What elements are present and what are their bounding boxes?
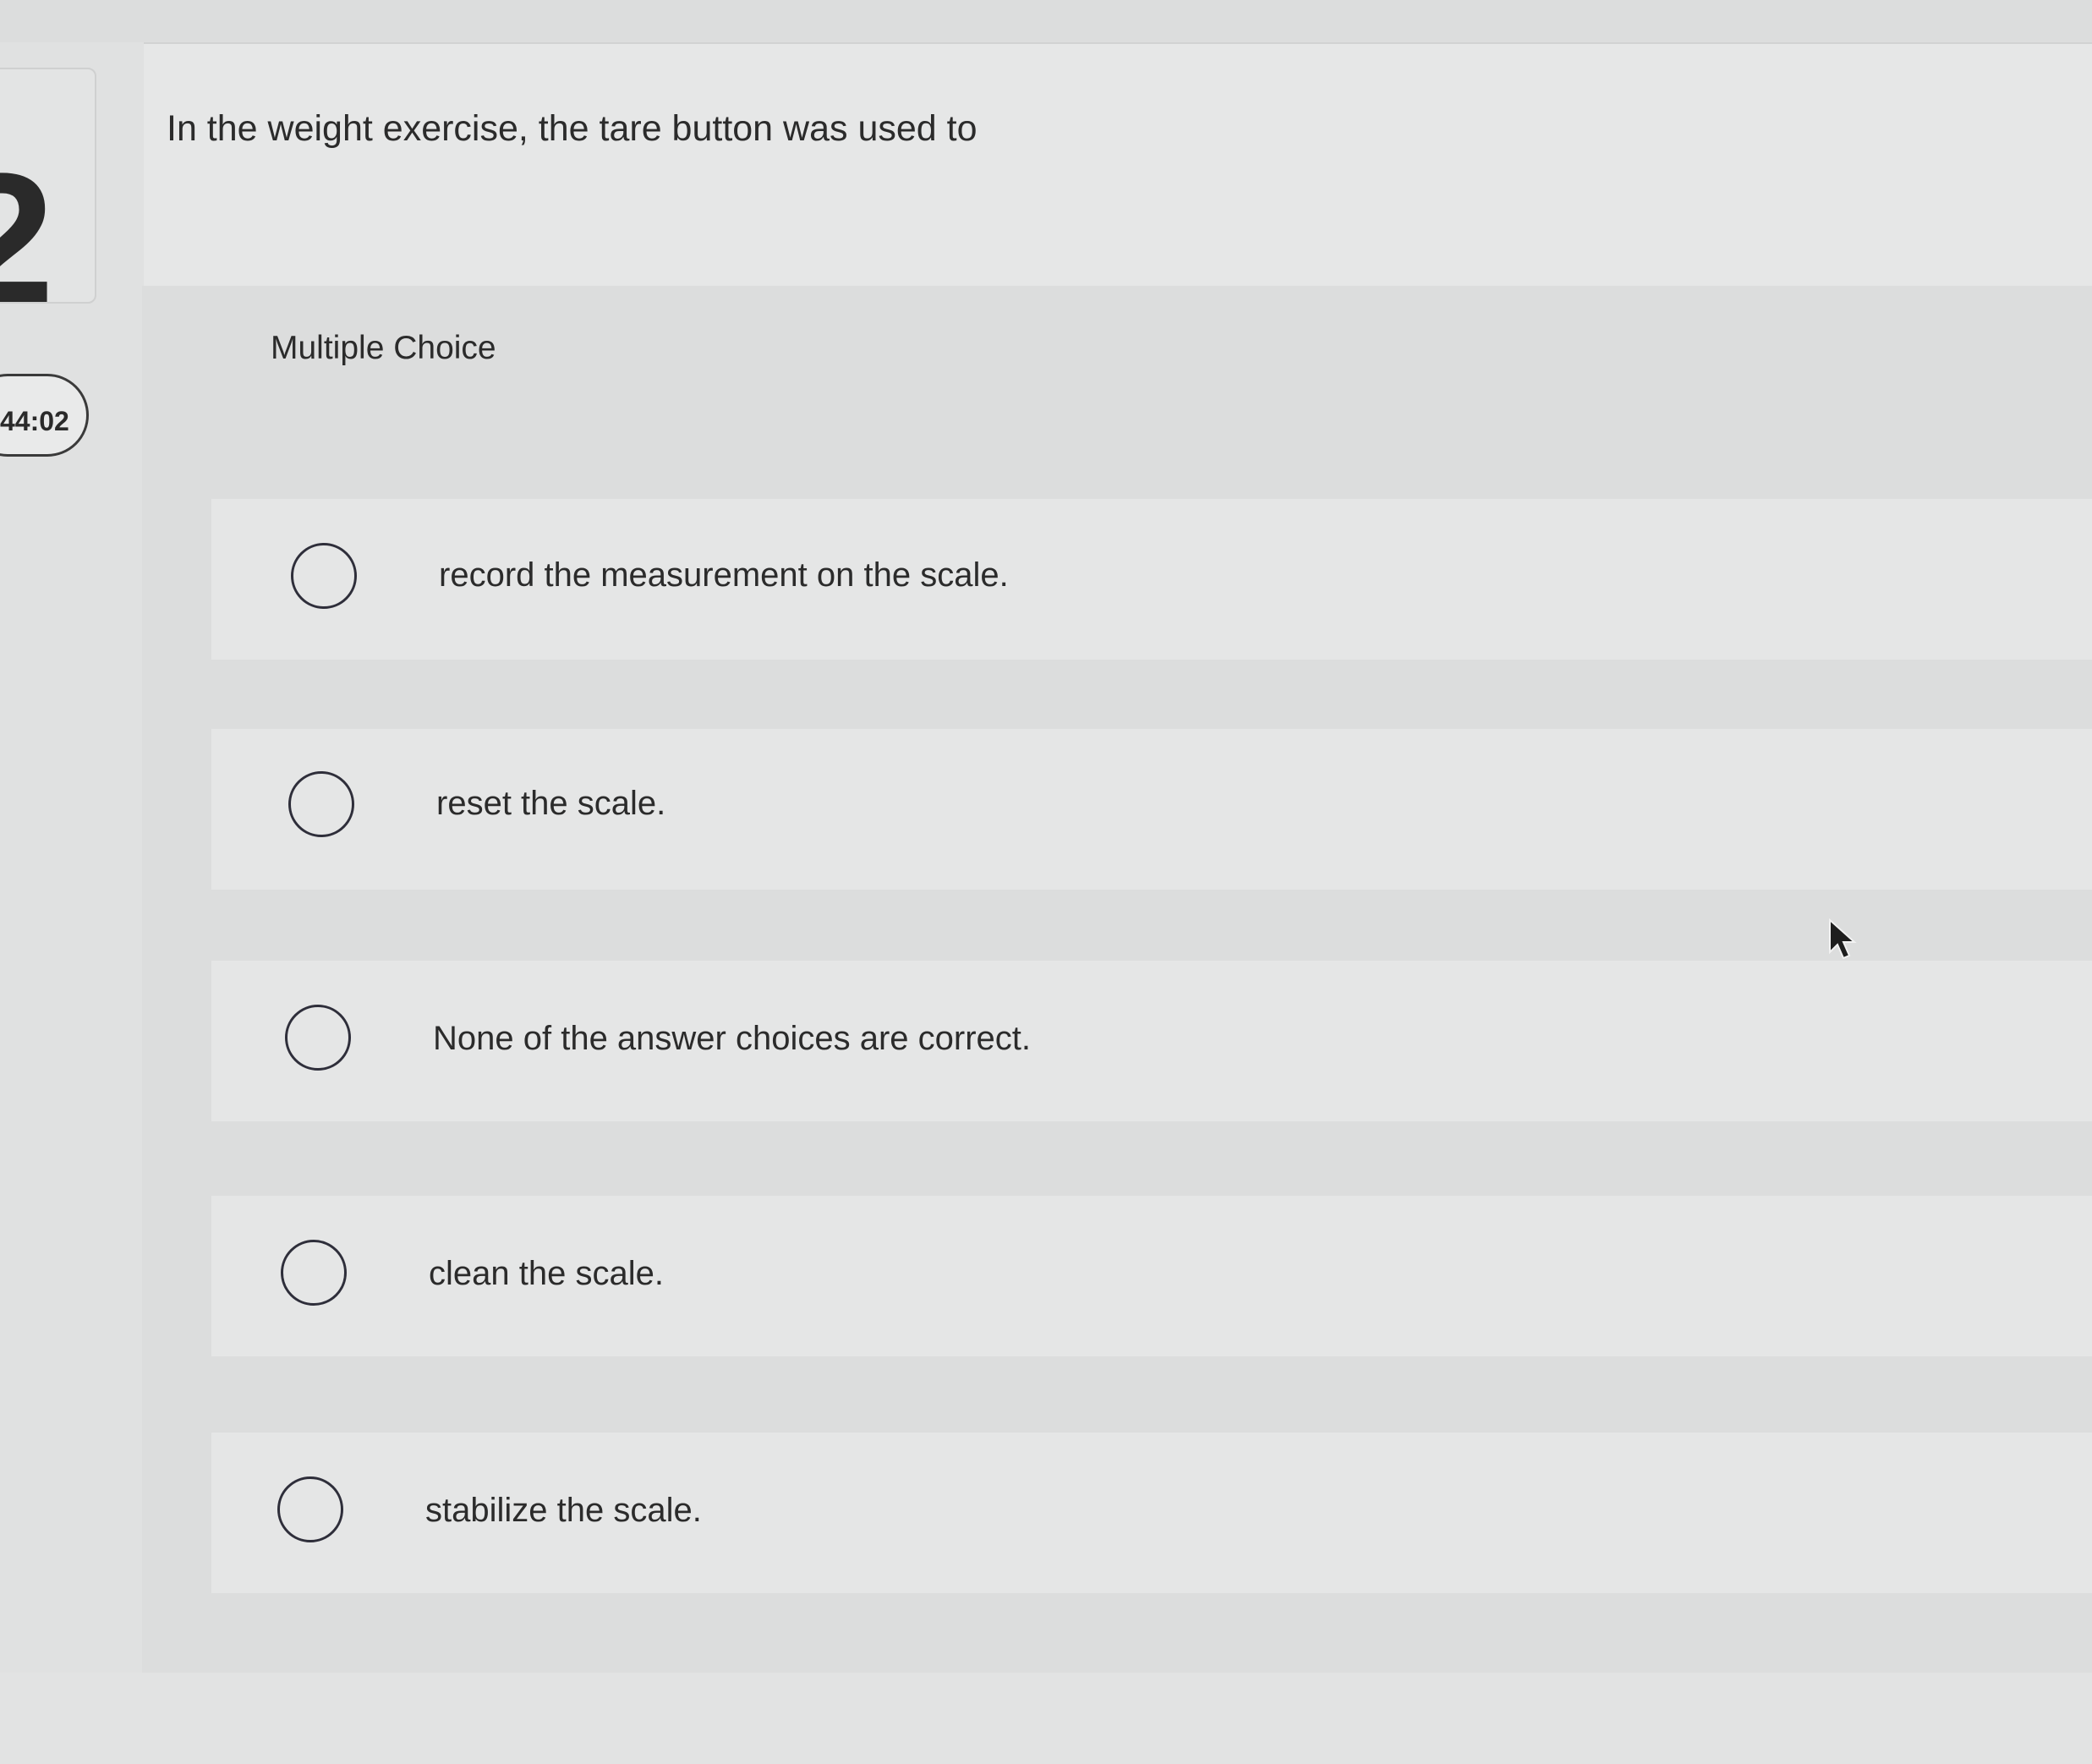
question-number-box: 2: [0, 68, 96, 304]
top-bar: [0, 0, 2092, 44]
answer-option[interactable]: stabilize the scale.: [211, 1433, 2092, 1593]
question-prompt: In the weight exercise, the tare button …: [167, 108, 978, 149]
mouse-pointer-icon: [1829, 918, 1857, 960]
answer-option-label[interactable]: record the measurement on the scale.: [439, 556, 1009, 594]
answer-option[interactable]: record the measurement on the scale.: [211, 499, 2092, 660]
answer-option-label[interactable]: None of the answer choices are correct.: [433, 1020, 1031, 1058]
question-type-label: Multiple Choice: [271, 330, 496, 366]
answer-option[interactable]: reset the scale.: [211, 729, 2092, 890]
radio-button[interactable]: [288, 771, 354, 837]
answer-option[interactable]: clean the scale.: [211, 1196, 2092, 1356]
answer-option-label[interactable]: stabilize the scale.: [425, 1492, 702, 1530]
bottom-bar: [0, 1673, 2092, 1764]
answer-option[interactable]: None of the answer choices are correct.: [211, 961, 2092, 1121]
answer-option-label[interactable]: reset the scale.: [436, 785, 665, 823]
answer-option-label[interactable]: clean the scale.: [429, 1255, 664, 1293]
radio-button[interactable]: [281, 1240, 347, 1306]
radio-button[interactable]: [285, 1005, 351, 1071]
radio-button[interactable]: [277, 1476, 343, 1542]
question-number: 2: [0, 145, 54, 302]
timer-text: 44:02: [0, 406, 69, 436]
radio-button[interactable]: [291, 543, 357, 609]
